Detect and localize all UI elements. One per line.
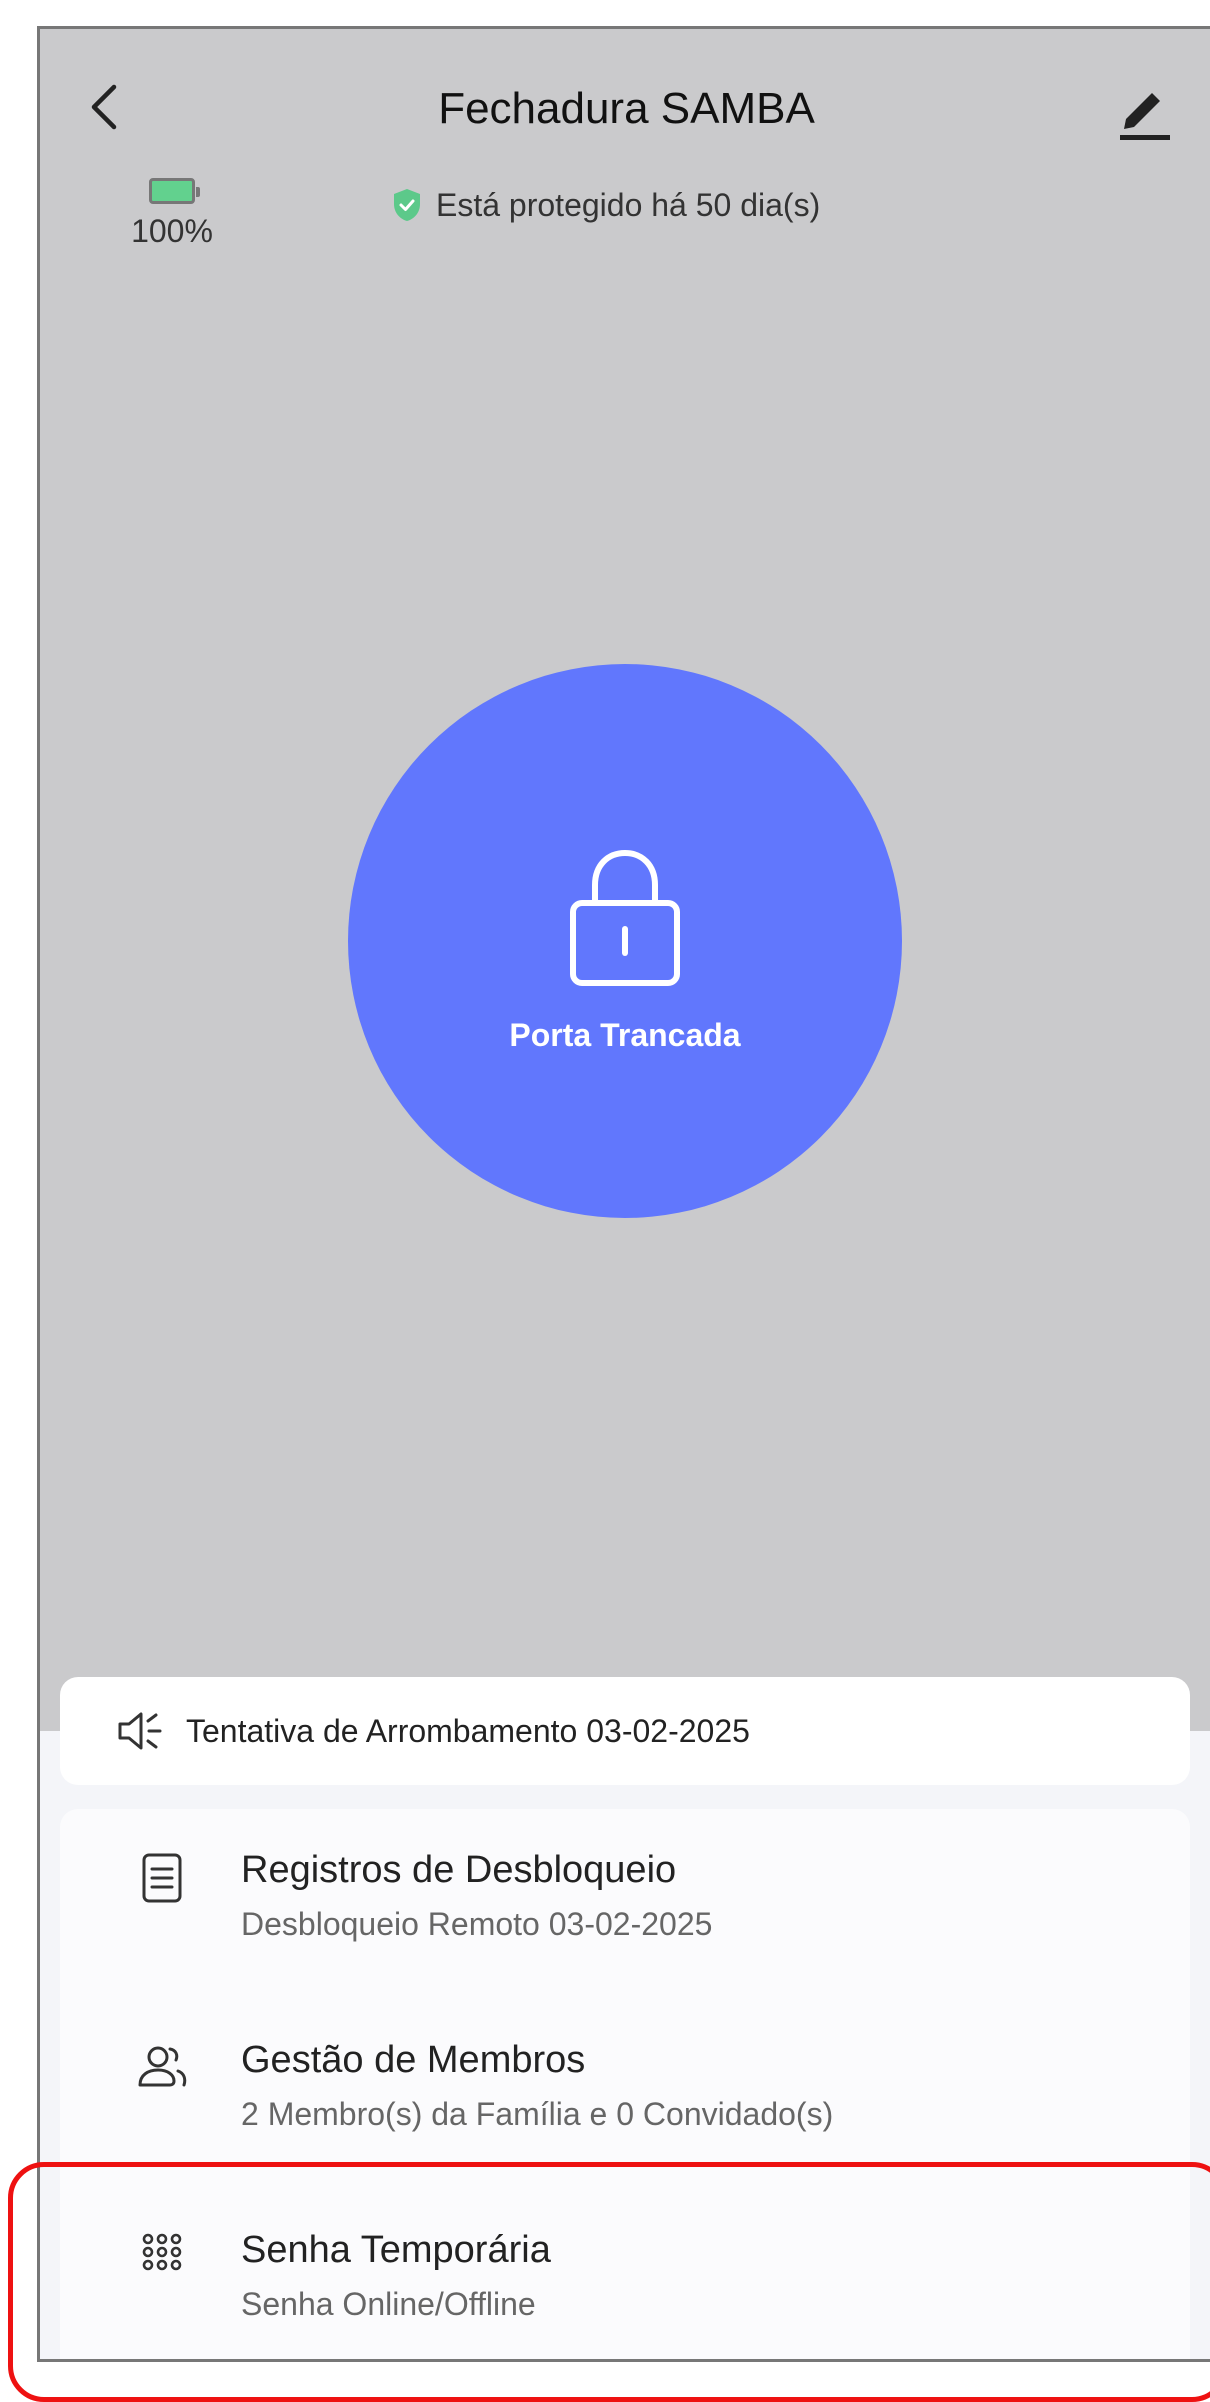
battery-indicator: 100% <box>112 178 232 250</box>
alarm-notification[interactable]: Tentativa de Arrombamento 03-02-2025 <box>60 1677 1190 1785</box>
menu-item-temporary-password[interactable]: Senha Temporária Senha Online/Offline <box>60 2189 1190 2359</box>
lock-status-area: Fechadura SAMBA 100% Está protegido há 5… <box>40 29 1210 1731</box>
menu-item-member-management[interactable]: Gestão de Membros 2 Membro(s) da Família… <box>60 1999 1190 2189</box>
menu-item-label: Gestão de Membros <box>241 2039 586 2081</box>
document-icon <box>142 1853 182 1903</box>
keypad-icon <box>142 2233 182 2271</box>
menu-item-label: Registros de Desbloqueio <box>241 1849 677 1891</box>
menu-list: Registros de Desbloqueio Desbloqueio Rem… <box>60 1809 1190 2359</box>
members-icon <box>138 2046 187 2087</box>
menu-item-label: Senha Temporária <box>241 2229 551 2271</box>
protection-status: Está protegido há 50 dia(s) <box>392 181 820 229</box>
protection-text: Está protegido há 50 dia(s) <box>436 186 821 223</box>
padlock-icon <box>570 849 680 986</box>
lock-toggle-button[interactable]: Porta Trancada <box>348 664 902 1218</box>
speaker-icon <box>118 1712 162 1750</box>
device-screen: Fechadura SAMBA 100% Está protegido há 5… <box>37 26 1210 2362</box>
pencil-icon <box>1120 93 1170 140</box>
lock-state-label: Porta Trancada <box>509 1017 741 1053</box>
page-title: Fechadura SAMBA <box>438 84 815 133</box>
shield-check-icon <box>394 189 420 221</box>
alarm-text: Tentativa de Arrombamento 03-02-2025 <box>186 1712 750 1749</box>
battery-label: 100% <box>131 213 213 249</box>
menu-item-subtitle: 2 Membro(s) da Família e 0 Convidado(s) <box>241 2096 834 2132</box>
menu-item-unlock-records[interactable]: Registros de Desbloqueio Desbloqueio Rem… <box>60 1809 1190 1999</box>
battery-icon <box>149 178 200 204</box>
menu-item-subtitle: Senha Online/Offline <box>241 2286 536 2322</box>
menu-item-subtitle: Desbloqueio Remoto 03-02-2025 <box>241 1906 713 1942</box>
edit-button[interactable] <box>1112 77 1178 143</box>
